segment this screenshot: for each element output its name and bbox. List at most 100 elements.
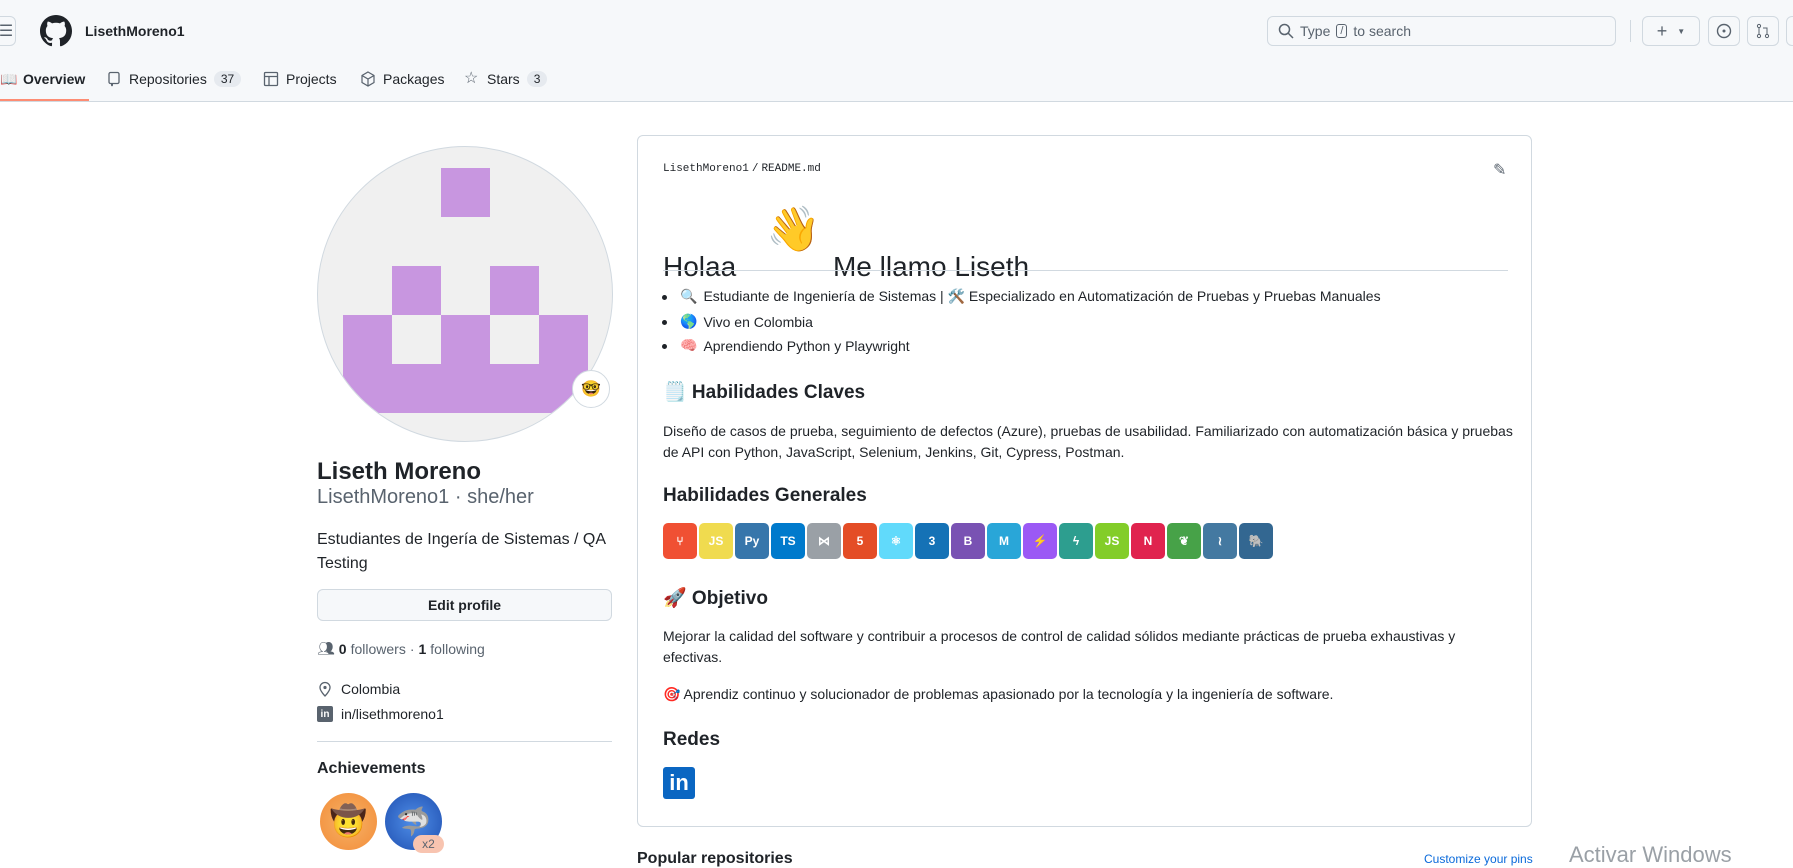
linkedin-text[interactable]: in/lisethmoreno1 <box>341 706 444 722</box>
linkedin-icon: in <box>317 706 333 722</box>
location-icon <box>319 681 331 697</box>
header: ☰ LisethMoreno1 Type / to search + ▼ 📖 Ove… <box>0 0 1793 102</box>
notifications-button[interactable] <box>1786 16 1793 46</box>
follow-stats: 👥︎ 0 followers · 1 following <box>317 640 485 657</box>
plus-icon: + <box>1656 20 1668 41</box>
readme-card: LisethMoreno1/README.md ✎ Holaa 👋 Me llamo… <box>637 135 1532 827</box>
status-emoji-icon: 🤓 <box>581 381 601 398</box>
visual-studio-icon: ⋈ <box>807 523 841 559</box>
linkedin-icon[interactable]: in <box>663 767 695 799</box>
python-icon: Py <box>735 523 769 559</box>
postgresql-icon: 🐘 <box>1239 523 1273 559</box>
issues-button[interactable] <box>1708 16 1740 46</box>
achievement-badge-quickdraw[interactable]: 🤠 <box>320 793 377 850</box>
location-text: Colombia <box>341 681 401 697</box>
tab-label: Packages <box>383 71 445 87</box>
avatar[interactable] <box>317 146 613 442</box>
globe-icon: 🌎 <box>680 313 698 329</box>
shark-icon: 🦈 <box>396 806 431 837</box>
list-item: 🌎 Vivo en Colombia <box>662 313 813 330</box>
react-icon: ⚛ <box>879 523 913 559</box>
mui-icon: M <box>987 523 1021 559</box>
pull-request-icon <box>1756 23 1770 39</box>
paragraph-aprendiz: 🎯 Aprendiz continuo y solucionador de pr… <box>663 686 1334 702</box>
caret-down-icon: ▼ <box>1677 26 1686 36</box>
heading-habilidades-generales: Habilidades Generales <box>663 485 867 506</box>
heading-habilidades-claves: 🗒️ Habilidades Claves <box>663 382 866 403</box>
tab-label: Stars <box>487 71 520 87</box>
following-label: following <box>430 640 485 657</box>
tab-overview[interactable]: 📖 Overview <box>0 64 85 94</box>
tab-projects[interactable]: Projects <box>263 64 337 94</box>
tab-label: Overview <box>23 71 86 87</box>
vite-icon: ⚡ <box>1023 523 1057 559</box>
book-icon: 📖 <box>0 71 18 87</box>
nestjs-icon: N <box>1131 523 1165 559</box>
html5-icon: 5 <box>843 523 877 559</box>
bootstrap-icon: B <box>951 523 985 559</box>
javascript-icon: JS <box>699 523 733 559</box>
customize-pins-link[interactable]: Customize your pins <box>1424 852 1533 866</box>
cowboy-icon: 🤠 <box>329 805 368 838</box>
list-text: Vivo en Colombia <box>703 313 813 330</box>
heading-redes: Redes <box>663 729 721 750</box>
stars-count: 3 <box>526 71 548 87</box>
readme-title: Holaa 👋 Me llamo Liseth <box>663 205 1029 283</box>
readme-owner-link[interactable]: LisethMoreno1 <box>663 163 749 175</box>
list-text: Aprendiendo Python y Playwright <box>703 337 910 354</box>
search-icon <box>1278 23 1294 39</box>
pull-requests-button[interactable] <box>1747 16 1779 46</box>
package-icon <box>361 71 375 87</box>
identicon-cell <box>441 168 490 217</box>
following-link[interactable]: 1 following <box>419 641 485 657</box>
readme-path: LisethMoreno1/README.md <box>663 163 821 175</box>
css3-icon: 3 <box>915 523 949 559</box>
paragraph-objetivo: Mejorar la calidad del software y contri… <box>663 628 1456 665</box>
following-count: 1 <box>418 640 427 657</box>
brain-icon: 🧠 <box>680 337 698 353</box>
repositories-count: 37 <box>213 71 242 87</box>
create-new-button[interactable]: + ▼ <box>1642 16 1700 46</box>
list-item: 🔍 Estudiante de Ingeniería de Sistemas | … <box>662 288 1381 305</box>
tab-label: Repositories <box>129 71 207 87</box>
followers-count: 0 <box>338 640 347 657</box>
title-part: Holaa <box>663 251 737 282</box>
tab-stars[interactable]: ☆ Stars 3 <box>464 64 548 94</box>
followers-link[interactable]: 0 followers <box>339 641 406 657</box>
star-icon: ☆ <box>464 70 479 87</box>
search-input[interactable]: Type / to search <box>1267 16 1616 46</box>
list-item: 🧠 Aprendiendo Python y Playwright <box>662 337 910 354</box>
edit-readme-button[interactable]: ✎ <box>1493 160 1506 180</box>
header-username[interactable]: LisethMoreno1 <box>85 23 185 39</box>
heading-objetivo: 🚀 Objetivo <box>663 588 768 609</box>
popular-repositories-title: Popular repositories <box>637 850 793 867</box>
identicon-cell <box>343 364 588 413</box>
divider <box>317 741 612 742</box>
identicon-cell <box>343 315 392 364</box>
menu-button[interactable]: ☰ <box>0 16 16 46</box>
table-icon <box>263 71 279 87</box>
linkedin-link[interactable]: in in/lisethmoreno1 <box>317 706 444 722</box>
separator: · <box>409 640 415 657</box>
achievements-title[interactable]: Achievements <box>317 760 426 778</box>
waving-hand-icon: 👋 <box>766 205 821 254</box>
pencil-icon: ✎ <box>1493 162 1507 179</box>
profile-login: LisethMoreno1 · she/her <box>317 486 534 508</box>
typescript-icon: TS <box>771 523 805 559</box>
readme-file-link[interactable]: README.md <box>761 163 820 175</box>
github-logo-icon[interactable] <box>40 15 72 47</box>
repo-icon <box>108 71 120 87</box>
paragraph-claves: Diseño de casos de prueba, seguimiento d… <box>663 423 1513 460</box>
skills-icons: ⑂ JS Py TS ⋈ 5 ⚛ 3 B M ⚡ ϟ JS N ❦ ≀ 🐘 <box>663 523 1273 559</box>
search-placeholder: Type <box>1300 23 1331 39</box>
magnifier-icon: 🔍 <box>680 288 698 304</box>
tab-repositories[interactable]: Repositories 37 <box>106 64 242 94</box>
nodejs-icon: JS <box>1095 523 1129 559</box>
edit-profile-button[interactable]: Edit profile <box>317 589 612 621</box>
status-emoji-button[interactable]: 🤓 <box>572 370 610 408</box>
search-shortcut-key: / <box>1336 24 1348 38</box>
issue-icon <box>1716 23 1732 39</box>
identicon-cell <box>539 315 588 364</box>
profile-name: Liseth Moreno <box>317 458 482 485</box>
tab-packages[interactable]: Packages <box>360 64 444 94</box>
